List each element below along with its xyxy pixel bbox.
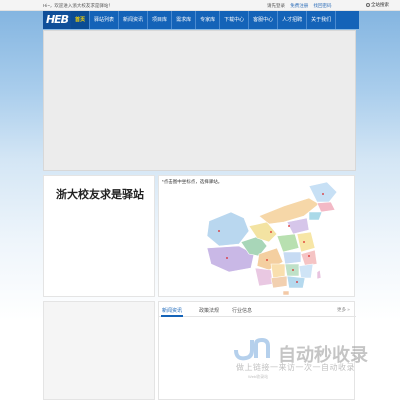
search-icon xyxy=(366,2,370,7)
register-link[interactable]: 免费注册 xyxy=(290,3,308,8)
watermark-tiny: Web收录站 xyxy=(248,374,269,379)
map-region-hunan xyxy=(284,263,300,277)
station-marker xyxy=(308,255,310,257)
banner-area xyxy=(43,30,356,171)
forgot-password-link[interactable]: 找回密码 xyxy=(314,3,332,8)
station-marker xyxy=(266,259,268,261)
map-region-guizhou xyxy=(270,263,286,279)
map-region-fujian xyxy=(298,263,314,279)
nav-item-3[interactable]: 项目库 xyxy=(148,11,173,29)
site-search-link[interactable]: 全站搜索 xyxy=(366,2,389,8)
welcome-text: Hi~，欢迎进入浙大校友求是驿站！ xyxy=(43,3,113,8)
nav-item-9[interactable]: 关于我们 xyxy=(307,11,337,29)
station-marker xyxy=(270,231,272,233)
main-nav: 首页 驿站列表 新闻资讯 项目库 需求库 专家库 下载中心 客服中心 人才招聘 关于我们 xyxy=(71,11,337,29)
station-marker xyxy=(303,241,305,243)
nav-item-2[interactable]: 新闻资讯 xyxy=(119,11,149,29)
station-title: 浙大校友求是驿站 xyxy=(56,188,144,201)
tab-policy[interactable]: 政策法规 xyxy=(199,307,219,314)
active-tab-indicator xyxy=(161,315,183,317)
map-region-guangxi xyxy=(270,275,288,289)
tab-industry[interactable]: 行业信息 xyxy=(232,307,252,314)
station-title-panel: 浙大校友求是驿站 xyxy=(43,175,155,297)
map-region-liaoning xyxy=(308,211,323,221)
more-link[interactable]: 更多 » xyxy=(337,307,350,313)
nav-item-1[interactable]: 驿站列表 xyxy=(90,11,120,29)
map-region-guangdong xyxy=(286,275,306,289)
watermark: 自动秒收录 做上链接一来访一次一自动收录 Web收录站 xyxy=(226,331,386,391)
nav-item-8[interactable]: 人才招聘 xyxy=(278,11,308,29)
map-region-hainan xyxy=(282,290,290,296)
map-region-jilin xyxy=(316,201,336,213)
map-region-taiwan xyxy=(316,269,322,280)
top-bar: Hi~，欢迎进入浙大校友求是驿站！ 请先登录 免费注册 找回密码 全站搜索 xyxy=(0,0,400,11)
site-search-label: 全站搜索 xyxy=(371,2,389,7)
news-tabs: 新闻资讯 政策法规 行业信息 更多 » xyxy=(159,302,356,317)
nav-item-7[interactable]: 客服中心 xyxy=(249,11,279,29)
station-marker xyxy=(288,225,290,227)
nav-item-4[interactable]: 需求库 xyxy=(172,11,197,29)
tab-news[interactable]: 新闻资讯 xyxy=(162,307,182,314)
nav-item-6[interactable]: 下载中心 xyxy=(220,11,250,29)
map-region-hubei xyxy=(282,251,302,265)
empty-panel xyxy=(43,301,155,400)
map-region-zhejiang xyxy=(300,249,318,267)
map-hint: *点击图中坐标点，选择驿站。 xyxy=(162,179,223,184)
map-region-east xyxy=(296,231,316,253)
china-map[interactable] xyxy=(159,176,356,298)
watermark-sub: 做上链接一来访一次一自动收录 xyxy=(236,363,355,372)
map-region-central xyxy=(276,233,300,253)
account-links: 请先登录 免费注册 找回密码 xyxy=(267,3,336,9)
map-region-yunnan xyxy=(254,267,274,287)
station-marker xyxy=(322,193,324,195)
nav-item-5[interactable]: 专家库 xyxy=(196,11,221,29)
watermark-logo-icon xyxy=(234,337,270,361)
station-marker xyxy=(296,281,298,283)
nav-item-0[interactable]: 首页 xyxy=(71,11,91,29)
login-link[interactable]: 请先登录 xyxy=(267,3,285,8)
station-marker xyxy=(226,257,228,259)
map-region-heilongjiang xyxy=(308,181,338,203)
map-panel: *点击图中坐标点，选择驿站。 xyxy=(158,175,355,297)
site-logo[interactable]: HEB xyxy=(43,11,71,29)
station-marker xyxy=(292,269,294,271)
station-marker xyxy=(218,230,220,232)
map-region-xinjiang xyxy=(206,211,250,247)
